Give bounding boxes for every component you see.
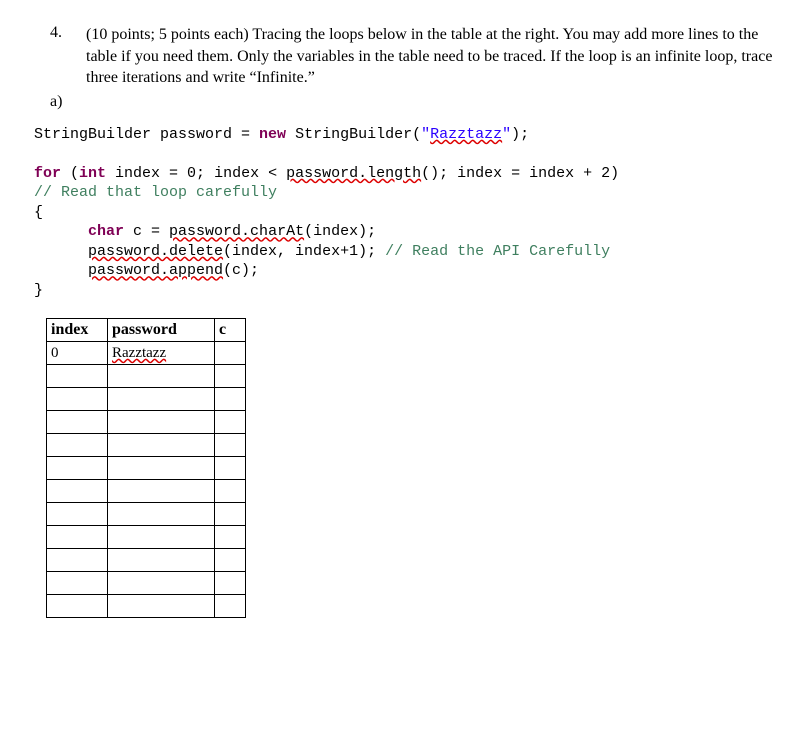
trace-table: index password c 0Razztazz	[46, 318, 246, 618]
code-block: StringBuilder password = new StringBuild…	[34, 125, 787, 301]
question-block: 4. (10 points; 5 points each) Tracing th…	[50, 24, 787, 89]
header-password: password	[108, 319, 215, 342]
squiggle-span: password.append	[88, 262, 223, 279]
part-label: a)	[50, 93, 787, 111]
cell-password	[108, 434, 215, 457]
cell-index	[47, 457, 108, 480]
code-line-8: }	[34, 282, 43, 299]
cell-index	[47, 388, 108, 411]
cell-c	[215, 457, 246, 480]
cell-password	[108, 388, 215, 411]
header-c: c	[215, 319, 246, 342]
table-row	[47, 388, 246, 411]
cell-c	[215, 342, 246, 365]
cell-password	[108, 526, 215, 549]
string-literal: "Razztazz"	[421, 126, 511, 143]
code-line-5: char c = password.charAt(index);	[34, 223, 376, 240]
cell-password	[108, 457, 215, 480]
header-index: index	[47, 319, 108, 342]
question-prompt: (10 points; 5 points each) Tracing the l…	[86, 24, 787, 89]
code-line-2: for (int index = 0; index < password.len…	[34, 165, 619, 182]
cell-c	[215, 434, 246, 457]
cell-password	[108, 411, 215, 434]
comment-inline: // Read the API Carefully	[385, 243, 610, 260]
cell-c	[215, 365, 246, 388]
code-line-1: StringBuilder password = new StringBuild…	[34, 126, 529, 143]
table-row	[47, 595, 246, 618]
table-row	[47, 411, 246, 434]
keyword-for: for	[34, 165, 61, 182]
keyword-char: char	[88, 223, 124, 240]
cell-c	[215, 411, 246, 434]
cell-index	[47, 595, 108, 618]
table-row	[47, 365, 246, 388]
comment-line: // Read that loop carefully	[34, 184, 277, 201]
keyword-int: int	[79, 165, 106, 182]
cell-index	[47, 365, 108, 388]
cell-password	[108, 595, 215, 618]
table-row	[47, 526, 246, 549]
page: 4. (10 points; 5 points each) Tracing th…	[0, 0, 797, 628]
cell-index	[47, 526, 108, 549]
question-number: 4.	[50, 24, 86, 89]
trace-table-body: 0Razztazz	[47, 342, 246, 618]
cell-password	[108, 549, 215, 572]
table-row	[47, 572, 246, 595]
code-line-6: password.delete(index, index+1); // Read…	[34, 243, 610, 260]
cell-password	[108, 365, 215, 388]
cell-index	[47, 411, 108, 434]
table-row: 0Razztazz	[47, 342, 246, 365]
squiggle-span: password.length	[286, 165, 421, 182]
cell-password	[108, 480, 215, 503]
table-row	[47, 457, 246, 480]
cell-password	[108, 572, 215, 595]
cell-index	[47, 549, 108, 572]
cell-c	[215, 595, 246, 618]
keyword-new: new	[259, 126, 286, 143]
code-line-4: {	[34, 204, 43, 221]
cell-index	[47, 572, 108, 595]
cell-index	[47, 503, 108, 526]
cell-index: 0	[47, 342, 108, 365]
table-row	[47, 480, 246, 503]
cell-c	[215, 503, 246, 526]
cell-password	[108, 503, 215, 526]
cell-c	[215, 526, 246, 549]
code-line-7: password.append(c);	[34, 262, 259, 279]
cell-c	[215, 480, 246, 503]
table-row	[47, 503, 246, 526]
table-row	[47, 434, 246, 457]
cell-c	[215, 388, 246, 411]
squiggle-span: password.charAt	[169, 223, 304, 240]
table-header-row: index password c	[47, 319, 246, 342]
cell-index	[47, 434, 108, 457]
cell-password: Razztazz	[108, 342, 215, 365]
table-row	[47, 549, 246, 572]
cell-c	[215, 549, 246, 572]
cell-index	[47, 480, 108, 503]
squiggle-span: password.delete	[88, 243, 223, 260]
cell-c	[215, 572, 246, 595]
